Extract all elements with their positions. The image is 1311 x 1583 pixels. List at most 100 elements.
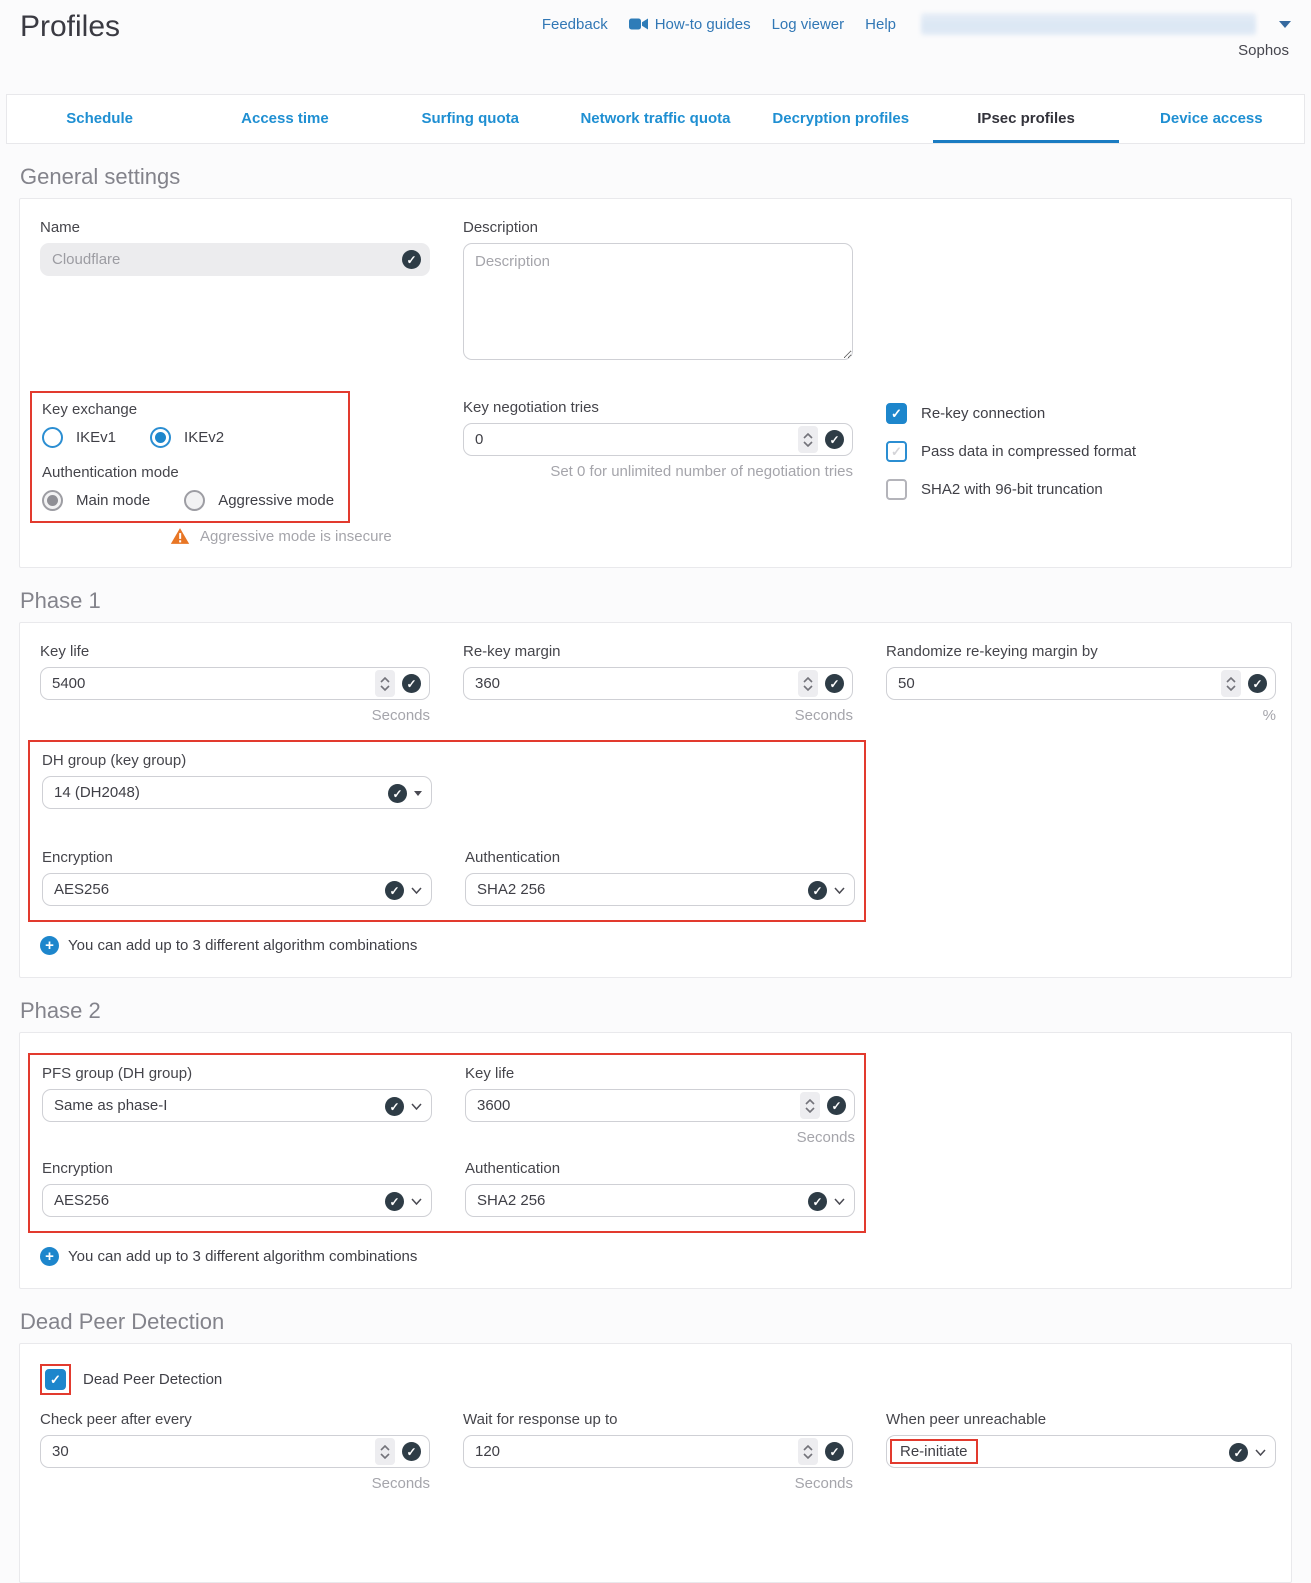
account-selector-blurred[interactable] <box>921 13 1256 35</box>
checkbox-sha2-truncation[interactable]: SHA2 with 96-bit truncation <box>886 479 1276 500</box>
auth-mode-label: Authentication mode <box>42 464 334 481</box>
key-negotiation-label: Key negotiation tries <box>463 399 853 416</box>
tab-surfing-quota[interactable]: Surfing quota <box>378 95 563 143</box>
chevron-down-icon[interactable] <box>1279 21 1291 28</box>
general-settings-card: Name Description Key exchange <box>19 198 1292 568</box>
valid-check-icon <box>385 1097 404 1116</box>
p1-encryption-label: Encryption <box>42 849 432 866</box>
key-exchange-label: Key exchange <box>42 401 334 418</box>
radio-disabled-icon <box>184 490 205 511</box>
checkbox-rekey-connection[interactable]: Re-key connection <box>886 403 1276 424</box>
p1-randomize-label: Randomize re-keying margin by <box>886 643 1276 660</box>
name-field <box>40 243 430 276</box>
valid-check-icon <box>827 1096 846 1115</box>
add-combination-button[interactable] <box>40 936 59 955</box>
checkbox-unchecked-icon <box>886 441 907 462</box>
valid-check-icon <box>1248 674 1267 693</box>
dpd-checkbox[interactable] <box>45 1369 66 1390</box>
description-field[interactable] <box>463 243 853 360</box>
dpd-wait-label: Wait for response up to <box>463 1411 853 1428</box>
tab-device-access[interactable]: Device access <box>1119 95 1304 143</box>
number-stepper[interactable] <box>798 426 818 453</box>
checkbox-pass-compressed[interactable]: Pass data in compressed format <box>886 441 1276 462</box>
phase1-heading: Phase 1 <box>20 588 1292 614</box>
valid-check-icon <box>402 674 421 693</box>
checkbox-unchecked-icon <box>886 479 907 500</box>
radio-main-mode: Main mode <box>42 490 150 511</box>
p2-key-life-input[interactable] <box>465 1089 855 1122</box>
dpd-check-peer-label: Check peer after every <box>40 1411 430 1428</box>
brand-label: Sophos <box>1238 42 1289 59</box>
howto-guides-link[interactable]: How-to guides <box>655 16 751 33</box>
p1-rekey-margin-label: Re-key margin <box>463 643 853 660</box>
dpd-unreachable-select[interactable]: Re-initiate <box>886 1435 1276 1468</box>
number-stepper[interactable] <box>800 1092 820 1119</box>
number-stepper[interactable] <box>375 1438 395 1465</box>
dpd-enable-label: Dead Peer Detection <box>83 1371 222 1388</box>
chevron-down-icon <box>411 887 422 894</box>
valid-check-icon <box>388 784 407 803</box>
radio-selected-icon <box>150 427 171 448</box>
dpd-check-peer-unit: Seconds <box>40 1475 430 1492</box>
aggressive-warning-text: Aggressive mode is insecure <box>200 528 392 545</box>
dpd-card: Dead Peer Detection Check peer after eve… <box>19 1343 1292 1583</box>
chevron-down-icon <box>411 1103 422 1110</box>
tab-schedule[interactable]: Schedule <box>7 95 192 143</box>
p2-pfs-group-label: PFS group (DH group) <box>42 1065 432 1082</box>
p1-encryption-select[interactable]: AES256 <box>42 873 432 906</box>
p2-encryption-select[interactable]: AES256 <box>42 1184 432 1217</box>
key-negotiation-help: Set 0 for unlimited number of negotiatio… <box>463 463 853 480</box>
valid-check-icon <box>1229 1443 1248 1462</box>
p1-rekey-margin-unit: Seconds <box>463 707 853 724</box>
radio-aggressive-mode: Aggressive mode <box>184 490 334 511</box>
p1-add-note: You can add up to 3 different algorithm … <box>68 937 417 954</box>
p1-key-life-input[interactable] <box>40 667 430 700</box>
log-viewer-link[interactable]: Log viewer <box>772 16 845 33</box>
number-stepper[interactable] <box>798 670 818 697</box>
p2-add-note: You can add up to 3 different algorithm … <box>68 1248 417 1265</box>
add-combination-button[interactable] <box>40 1247 59 1266</box>
p1-dh-group-select[interactable]: 14 (DH2048) <box>42 776 432 809</box>
p2-authentication-select[interactable]: SHA2 256 <box>465 1184 855 1217</box>
p1-authentication-select[interactable]: SHA2 256 <box>465 873 855 906</box>
radio-ikev2[interactable]: IKEv2 <box>150 427 224 448</box>
help-link[interactable]: Help <box>865 16 896 33</box>
number-stepper[interactable] <box>375 670 395 697</box>
tab-decryption-profiles[interactable]: Decryption profiles <box>748 95 933 143</box>
p1-rekey-margin-input[interactable] <box>463 667 853 700</box>
p1-dh-group-label: DH group (key group) <box>42 752 432 769</box>
dpd-wait-input[interactable] <box>463 1435 853 1468</box>
description-label: Description <box>463 219 853 236</box>
valid-check-icon <box>808 881 827 900</box>
dpd-wait-unit: Seconds <box>463 1475 853 1492</box>
dpd-checkbox-annotation-box <box>40 1364 71 1395</box>
p1-randomize-input[interactable] <box>886 667 1276 700</box>
number-stepper[interactable] <box>1221 670 1241 697</box>
p2-algorithms-annotation-box: PFS group (DH group) Same as phase-I Key… <box>28 1053 866 1233</box>
p2-encryption-label: Encryption <box>42 1160 432 1177</box>
p2-pfs-group-select[interactable]: Same as phase-I <box>42 1089 432 1122</box>
number-stepper[interactable] <box>798 1438 818 1465</box>
checkbox-checked-icon <box>886 403 907 424</box>
key-negotiation-input[interactable] <box>463 423 853 456</box>
warning-triangle-icon <box>170 527 190 545</box>
radio-disabled-selected-icon <box>42 490 63 511</box>
chevron-down-icon <box>411 1198 422 1205</box>
key-exchange-annotation-box: Key exchange IKEv1 IKEv2 Authentication … <box>30 391 350 523</box>
valid-check-icon <box>825 1442 844 1461</box>
tab-access-time[interactable]: Access time <box>192 95 377 143</box>
name-label: Name <box>40 219 430 236</box>
tab-ipsec-profiles[interactable]: IPsec profiles <box>933 95 1118 143</box>
reinitiate-annotation-box: Re-initiate <box>890 1439 978 1464</box>
valid-check-icon <box>385 1192 404 1211</box>
top-nav: Feedback How-to guides Log viewer Help <box>542 13 1291 35</box>
video-camera-icon <box>629 17 648 31</box>
valid-check-icon <box>402 1442 421 1461</box>
dpd-check-peer-input[interactable] <box>40 1435 430 1468</box>
phase1-card: Key life Seconds Re-key margin <box>19 622 1292 978</box>
feedback-link[interactable]: Feedback <box>542 16 608 33</box>
tab-network-traffic-quota[interactable]: Network traffic quota <box>563 95 748 143</box>
phase2-card: PFS group (DH group) Same as phase-I Key… <box>19 1032 1292 1289</box>
chevron-down-icon <box>834 887 845 894</box>
radio-ikev1[interactable]: IKEv1 <box>42 427 116 448</box>
